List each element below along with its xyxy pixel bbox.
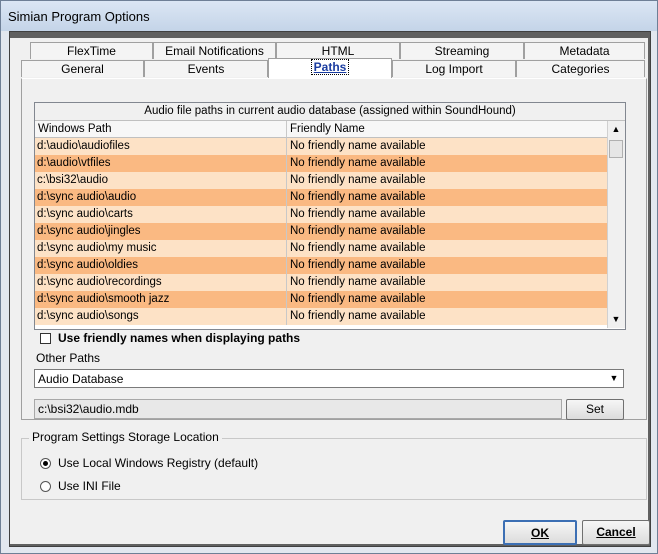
cancel-button[interactable]: Cancel	[582, 520, 650, 545]
table-row[interactable]: d:\sync audio\jingles No friendly name av…	[35, 223, 608, 240]
friendly-name-cell: No friendly name available	[290, 293, 426, 305]
tab-label: FlexTime	[67, 44, 116, 58]
tab-streaming[interactable]: Streaming	[400, 42, 524, 59]
table-row[interactable]: d:\sync audio\carts No friendly name avai…	[35, 206, 608, 223]
scroll-down-arrow-icon[interactable]: ▼	[608, 311, 624, 328]
set-button[interactable]: Set	[566, 399, 624, 420]
path-cell: d:\sync audio\songs	[35, 308, 287, 325]
friendly-names-checkbox[interactable]	[40, 333, 51, 344]
friendly-names-label[interactable]: Use friendly names when displaying paths	[58, 331, 300, 345]
tab-paths[interactable]: Paths	[268, 58, 392, 78]
friendly-name-cell: No friendly name available	[290, 208, 426, 220]
tab-email-notifications[interactable]: Email Notifications	[153, 42, 276, 59]
tab-categories[interactable]: Categories	[516, 60, 645, 77]
storage-location-title: Program Settings Storage Location	[29, 430, 222, 444]
scroll-thumb[interactable]	[609, 140, 623, 158]
path-cell: d:\sync audio\jingles	[35, 223, 287, 240]
friendly-name-cell: No friendly name available	[290, 191, 426, 203]
friendly-name-cell: No friendly name available	[290, 310, 426, 322]
tab-metadata[interactable]: Metadata	[524, 42, 645, 59]
path-cell: d:\audio\vtfiles	[35, 155, 287, 172]
friendly-name-cell: No friendly name available	[290, 276, 426, 288]
title-bar[interactable]: Simian Program Options	[1, 1, 657, 31]
chevron-down-icon[interactable]: ▼	[606, 371, 622, 386]
path-cell: d:\sync audio\audio	[35, 189, 287, 206]
path-cell: d:\sync audio\carts	[35, 206, 287, 223]
table-row[interactable]: d:\audio\vtfiles No friendly name availab…	[35, 155, 608, 172]
path-cell: d:\sync audio\smooth jazz	[35, 291, 287, 308]
friendly-name-cell: No friendly name available	[290, 242, 426, 254]
path-cell: d:\sync audio\recordings	[35, 274, 287, 291]
table-row[interactable]: d:\sync audio\recordings No friendly name…	[35, 274, 608, 291]
radio-selected-dot	[43, 461, 48, 466]
window-title: Simian Program Options	[8, 9, 150, 24]
path-value-field[interactable]: c:\bsi32\audio.mdb	[34, 399, 562, 419]
friendly-name-cell: No friendly name available	[290, 225, 426, 237]
grid-caption: Audio file paths in current audio databa…	[35, 103, 625, 121]
friendly-name-cell: No friendly name available	[290, 157, 426, 169]
tab-events[interactable]: Events	[144, 60, 268, 77]
tab-label: Log Import	[425, 62, 483, 76]
ini-file-option-label[interactable]: Use INI File	[58, 479, 121, 493]
table-row[interactable]: d:\sync audio\my music No friendly name a…	[35, 240, 608, 257]
table-row[interactable]: d:\sync audio\oldies No friendly name ava…	[35, 257, 608, 274]
tab-log-import[interactable]: Log Import	[392, 60, 516, 77]
column-header-friendly-name[interactable]: Friendly Name	[287, 121, 608, 138]
other-paths-dropdown[interactable]: Audio Database ▼	[34, 369, 624, 388]
tab-label: Metadata	[559, 44, 610, 58]
scroll-up-arrow-icon[interactable]: ▲	[608, 121, 624, 138]
table-row[interactable]: d:\sync audio\audio No friendly name avai…	[35, 189, 608, 206]
registry-option-label[interactable]: Use Local Windows Registry (default)	[58, 456, 258, 470]
path-cell: d:\sync audio\oldies	[35, 257, 287, 274]
column-header-windows-path[interactable]: Windows Path	[35, 121, 287, 138]
tab-html[interactable]: HTML	[276, 42, 400, 59]
path-value: c:\bsi32\audio.mdb	[38, 402, 139, 416]
friendly-name-cell: No friendly name available	[290, 174, 426, 186]
tab-general[interactable]: General	[21, 60, 144, 77]
table-row[interactable]: d:\sync audio\songs No friendly name avai…	[35, 308, 608, 325]
tab-label: Categories	[551, 62, 610, 76]
table-row[interactable]: c:\bsi32\audio No friendly name available	[35, 172, 608, 189]
path-cell: d:\audio\audiofiles	[35, 138, 287, 155]
path-cell: d:\sync audio\my music	[35, 240, 287, 257]
tab-flextime[interactable]: FlexTime	[30, 42, 153, 59]
tab-label: Email Notifications	[165, 44, 264, 58]
tab-label: General	[61, 62, 104, 76]
tab-label: Paths	[310, 59, 350, 75]
table-row[interactable]: d:\audio\audiofiles No friendly name avai…	[35, 138, 608, 155]
registry-radio[interactable]	[40, 458, 51, 469]
path-cell: c:\bsi32\audio	[35, 172, 287, 189]
friendly-name-cell: No friendly name available	[290, 140, 426, 152]
grid-vertical-scrollbar[interactable]: ▲ ▼	[607, 121, 625, 328]
ok-button[interactable]: OK	[503, 520, 577, 545]
table-row[interactable]: d:\sync audio\smooth jazz No friendly nam…	[35, 291, 608, 308]
ini-file-radio[interactable]	[40, 481, 51, 492]
other-paths-selected: Audio Database	[38, 372, 124, 386]
tab-label: HTML	[321, 44, 355, 58]
other-paths-label: Other Paths	[36, 351, 101, 365]
friendly-name-cell: No friendly name available	[290, 259, 426, 271]
audio-paths-grid[interactable]: Audio file paths in current audio databa…	[34, 102, 626, 330]
tab-label: Events	[187, 62, 225, 76]
tab-label: Streaming	[434, 44, 490, 58]
